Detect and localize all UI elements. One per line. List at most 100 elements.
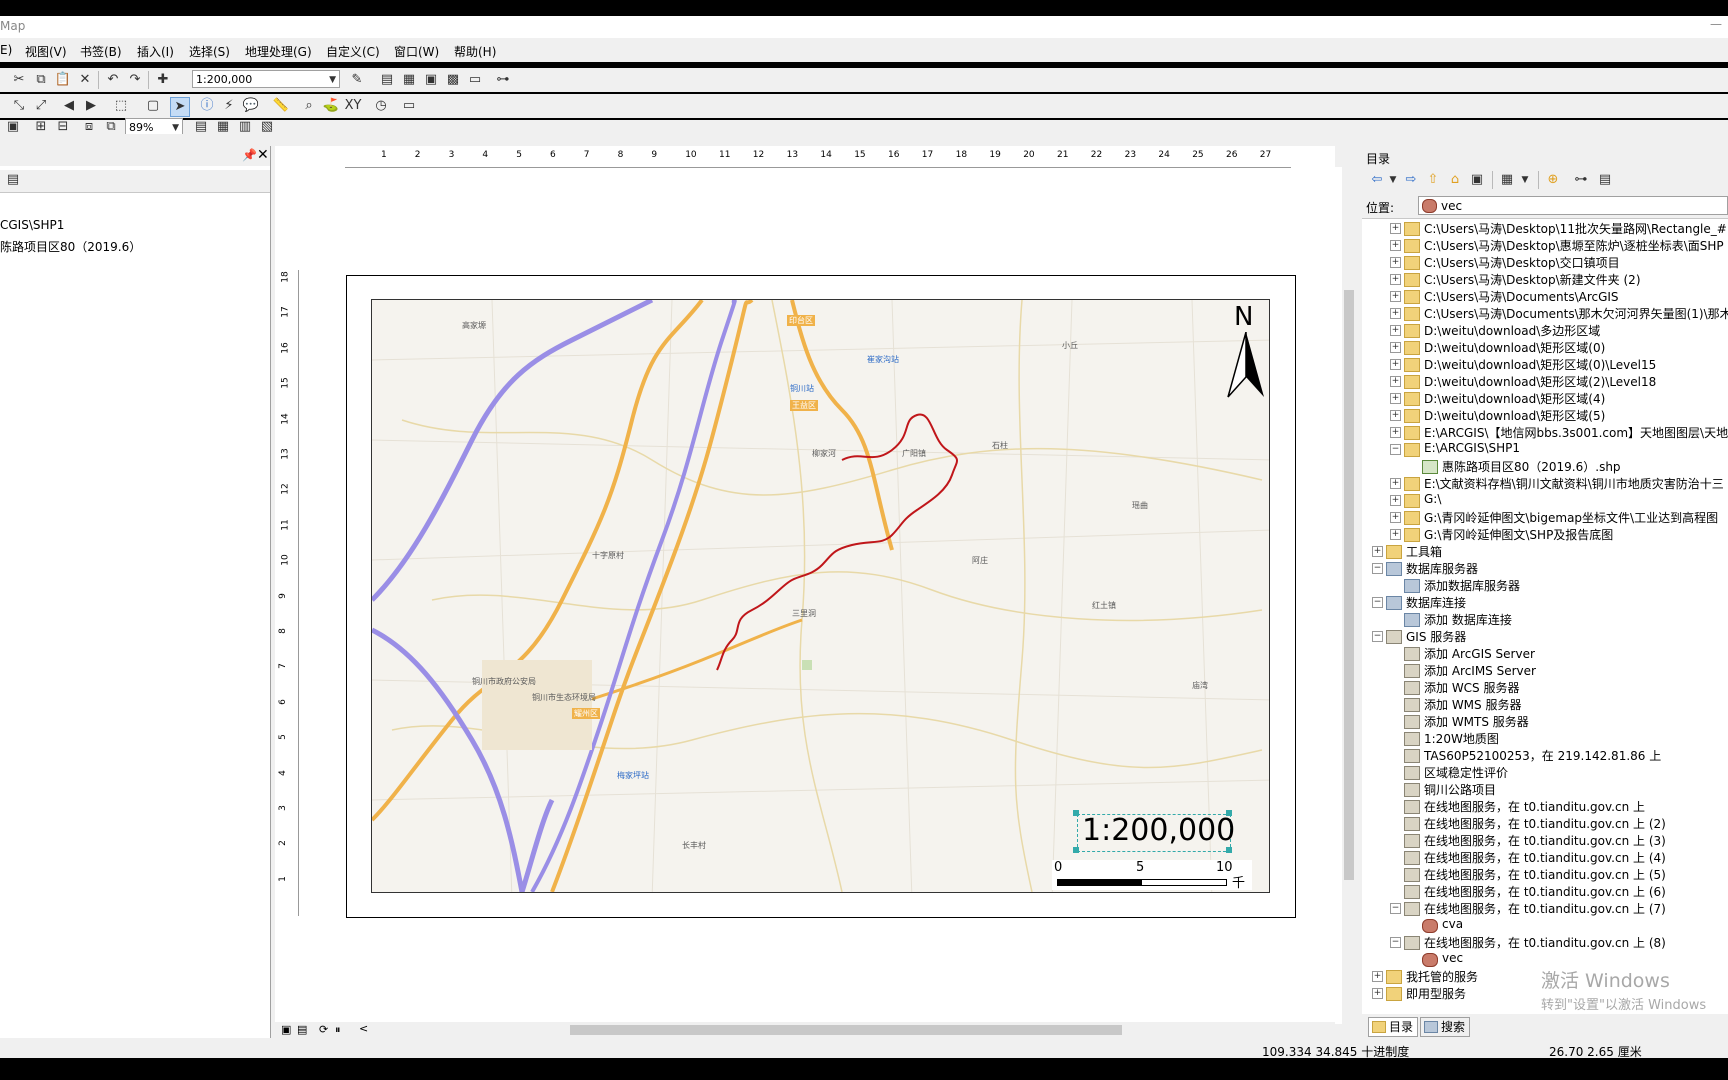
copy-icon[interactable]: ⧉	[32, 71, 50, 89]
chevron-down-icon[interactable]: ▼	[329, 71, 336, 89]
expand-icon[interactable]: +	[1390, 308, 1401, 319]
chevron-down-icon[interactable]: ▼	[1516, 171, 1534, 189]
back-icon[interactable]: ◀	[60, 97, 78, 115]
expand-icon[interactable]: +	[1390, 359, 1401, 370]
forward-icon[interactable]: ⇨	[1402, 171, 1420, 189]
up-one-level-icon[interactable]: ⇧	[1424, 171, 1442, 189]
catalog-tree-item[interactable]: + D:\weitu\download\矩形区域(0)	[1362, 339, 1728, 356]
new-folder-icon[interactable]: ⊕	[1544, 171, 1562, 189]
menu-bookmarks[interactable]: 书签(B)	[80, 43, 122, 60]
expand-icon[interactable]: +	[1390, 376, 1401, 387]
expand-icon[interactable]: +	[1390, 325, 1401, 336]
clear-selection-icon[interactable]: ▢	[144, 97, 162, 115]
undo-icon[interactable]: ↶	[104, 71, 122, 89]
menu-help[interactable]: 帮助(H)	[454, 43, 496, 60]
menu-insert[interactable]: 插入(I)	[137, 43, 174, 60]
catalog-icon[interactable]: ▦	[400, 71, 418, 89]
redo-icon[interactable]: ↷	[126, 71, 144, 89]
pause-drawing-icon[interactable]: ⏸	[335, 1023, 341, 1037]
expand-icon[interactable]: +	[1390, 257, 1401, 268]
catalog-tree-item[interactable]: − GIS 服务器	[1362, 628, 1728, 645]
catalog-tree-item[interactable]: TAS60P52100253，在 219.142.81.86 上	[1362, 747, 1728, 764]
fixed-zoom-in-icon[interactable]: ⤡	[10, 97, 28, 115]
add-data-icon[interactable]: ✚	[154, 71, 172, 89]
catalog-tree-item[interactable]: 添加数据库服务器	[1362, 577, 1728, 594]
expand-icon[interactable]: +	[1390, 240, 1401, 251]
catalog-tree-item[interactable]: 在线地图服务，在 t0.tianditu.gov.cn 上 (4)	[1362, 849, 1728, 866]
catalog-tree-item[interactable]: + D:\weitu\download\矩形区域(5)	[1362, 407, 1728, 424]
toc-workspace-path[interactable]: CGIS\SHP1	[0, 218, 64, 232]
find-icon[interactable]: ⌕	[300, 97, 318, 115]
catalog-tree-item[interactable]: + C:\Users\马涛\Desktop\11批次矢量路网\Rectangle_…	[1362, 220, 1728, 237]
horizontal-scroll-thumb[interactable]	[570, 1025, 1122, 1035]
table-of-contents-icon[interactable]: ▤	[378, 71, 396, 89]
catalog-tree-item[interactable]: + 工具箱	[1362, 543, 1728, 560]
collapse-icon[interactable]: −	[1390, 937, 1401, 948]
pin-icon[interactable]: 📌	[242, 148, 257, 162]
connect-folder-icon[interactable]: ▣	[1468, 171, 1486, 189]
measure-icon[interactable]: 📏	[272, 97, 290, 115]
catalog-tree-item[interactable]: + C:\Users\马涛\Documents\那木欠河河界矢量图(1)\那木	[1362, 305, 1728, 322]
views-icon[interactable]: ▦	[1498, 171, 1516, 189]
catalog-tree-item[interactable]: 在线地图服务，在 t0.tianditu.gov.cn 上 (3)	[1362, 832, 1728, 849]
collapse-icon[interactable]: −	[1372, 597, 1383, 608]
catalog-tree-item[interactable]: 铜川公路项目	[1362, 781, 1728, 798]
location-input[interactable]: vec	[1418, 196, 1728, 215]
catalog-tree-item[interactable]: − E:\ARCGIS\SHP1	[1362, 441, 1728, 458]
selection-handle[interactable]	[1073, 810, 1079, 816]
catalog-tree-item[interactable]: + D:\weitu\download\多边形区域	[1362, 322, 1728, 339]
expand-icon[interactable]: +	[1390, 427, 1401, 438]
identify-icon[interactable]: ⓘ	[198, 97, 216, 115]
list-by-drawing-order-icon[interactable]: ▤	[4, 171, 22, 189]
catalog-tree-item[interactable]: 添加 数据库连接	[1362, 611, 1728, 628]
expand-icon[interactable]: +	[1372, 971, 1383, 982]
time-slider-icon[interactable]: ◷	[372, 97, 390, 115]
menu-geoprocessing[interactable]: 地理处理(G)	[245, 43, 312, 60]
expand-icon[interactable]: +	[1372, 988, 1383, 999]
close-icon[interactable]: ✕	[257, 147, 269, 163]
scroll-left-icon[interactable]: <	[359, 1022, 368, 1035]
catalog-tree-item[interactable]: 添加 ArcIMS Server	[1362, 662, 1728, 679]
toggle-contents-icon[interactable]: ⊶	[1572, 171, 1590, 189]
collapse-icon[interactable]: −	[1372, 631, 1383, 642]
search-window-icon[interactable]: ▣	[422, 71, 440, 89]
editor-icon[interactable]: ✎	[348, 71, 366, 89]
map-scale-combo[interactable]: 1:200,000 ▼	[192, 70, 340, 88]
hyperlink-icon[interactable]: ⚡	[220, 97, 238, 115]
options-icon[interactable]: ▤	[1596, 171, 1614, 189]
go-to-xy-icon[interactable]: XY	[344, 97, 362, 115]
catalog-tree-item[interactable]: + E:\文献资料存档\铜川文献资料\铜川市地质灾害防治十三	[1362, 475, 1728, 492]
expand-icon[interactable]: +	[1390, 274, 1401, 285]
cut-icon[interactable]: ✂	[10, 71, 28, 89]
catalog-tree-item[interactable]: + D:\weitu\download\矩形区域(2)\Level18	[1362, 373, 1728, 390]
menu-view[interactable]: 视图(V)	[25, 43, 67, 60]
catalog-tree-item[interactable]: − 在线地图服务，在 t0.tianditu.gov.cn 上 (7)	[1362, 900, 1728, 917]
paste-icon[interactable]: 📋	[54, 71, 72, 89]
north-arrow[interactable]: N	[1224, 302, 1268, 402]
catalog-tree-item[interactable]: 添加 WMS 服务器	[1362, 696, 1728, 713]
find-route-icon[interactable]: ⛳	[322, 97, 340, 115]
catalog-tree-item[interactable]: − 在线地图服务，在 t0.tianditu.gov.cn 上 (8)	[1362, 934, 1728, 951]
catalog-tree-item[interactable]: + D:\weitu\download\矩形区域(0)\Level15	[1362, 356, 1728, 373]
catalog-tree-item[interactable]: 在线地图服务，在 t0.tianditu.gov.cn 上 (6)	[1362, 883, 1728, 900]
python-window-icon[interactable]: ▭	[466, 71, 484, 89]
collapse-icon[interactable]: −	[1390, 903, 1401, 914]
vertical-scroll-thumb[interactable]	[1344, 290, 1354, 880]
menu-edit[interactable]: E)	[0, 43, 12, 57]
catalog-tree-item[interactable]: 1:20W地质图	[1362, 730, 1728, 747]
select-features-icon[interactable]: ⬚	[112, 97, 130, 115]
html-popup-icon[interactable]: 💬	[242, 97, 260, 115]
model-builder-icon[interactable]: ⊶	[494, 71, 512, 89]
catalog-tree-item[interactable]: + E:\ARCGIS\【地信网bbs.3s001.com】天地图图层\天地	[1362, 424, 1728, 441]
expand-icon[interactable]: +	[1372, 546, 1383, 557]
selection-handle[interactable]	[1226, 810, 1232, 816]
expand-icon[interactable]: +	[1390, 495, 1401, 506]
catalog-tree-item[interactable]: 在线地图服务，在 t0.tianditu.gov.cn 上 (2)	[1362, 815, 1728, 832]
catalog-tree-item[interactable]: + G:\青冈岭延伸图文\SHP及报告底图	[1362, 526, 1728, 543]
scale-bar[interactable]: 0 5 10 千米	[1052, 860, 1252, 891]
catalog-tree-item[interactable]: 添加 WMTS 服务器	[1362, 713, 1728, 730]
delete-icon[interactable]: ✕	[76, 71, 94, 89]
catalog-tree-item[interactable]: + C:\Users\马涛\Desktop\交口镇项目	[1362, 254, 1728, 271]
expand-icon[interactable]: +	[1390, 291, 1401, 302]
forward-icon[interactable]: ▶	[82, 97, 100, 115]
